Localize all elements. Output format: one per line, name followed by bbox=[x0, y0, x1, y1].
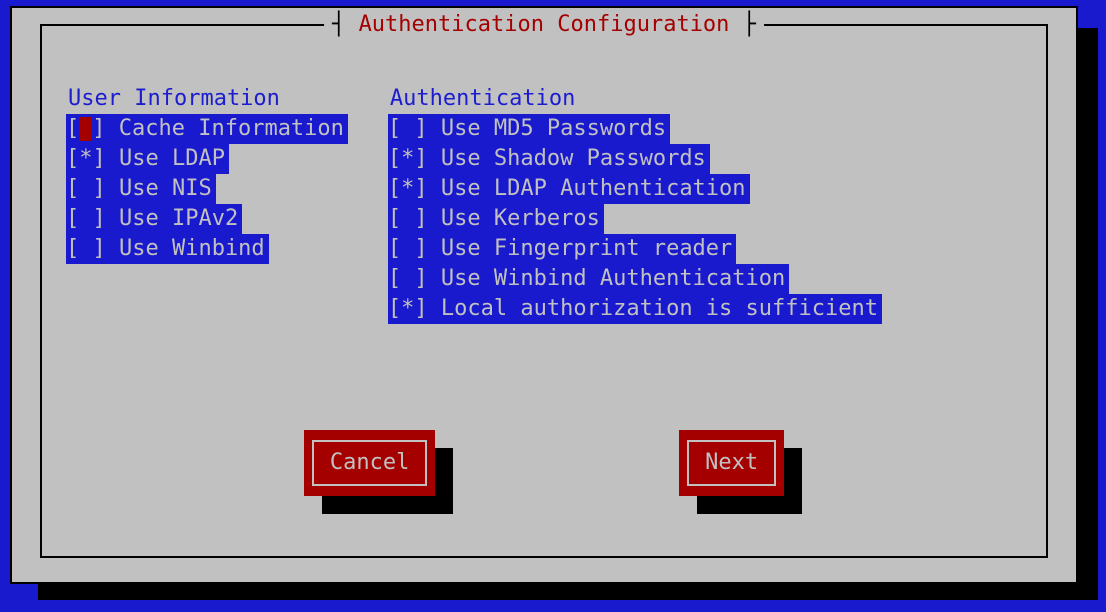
cancel-button[interactable]: Cancel bbox=[304, 430, 435, 496]
dialog-frame: Authentication Configuration User Inform… bbox=[40, 24, 1048, 558]
authentication-column: Authentication [ ] Use MD5 Passwords[*] … bbox=[388, 84, 1022, 324]
authentication-heading: Authentication bbox=[388, 84, 577, 114]
user-info-checkbox-2[interactable]: [ ] Use NIS bbox=[66, 174, 216, 204]
user-info-list: [ ] Cache Information[*] Use LDAP[ ] Use… bbox=[66, 114, 348, 264]
next-button-label: Next bbox=[687, 440, 776, 486]
user-info-checkbox-3[interactable]: [ ] Use IPAv2 bbox=[66, 204, 242, 234]
user-info-column: User Information [ ] Cache Information[*… bbox=[66, 84, 348, 324]
authentication-checkbox-4[interactable]: [ ] Use Fingerprint reader bbox=[388, 234, 736, 264]
columns: User Information [ ] Cache Information[*… bbox=[42, 26, 1046, 324]
user-info-checkbox-4[interactable]: [ ] Use Winbind bbox=[66, 234, 269, 264]
user-info-checkbox-0[interactable]: [ ] Cache Information bbox=[66, 114, 348, 144]
authentication-checkbox-1[interactable]: [*] Use Shadow Passwords bbox=[388, 144, 710, 174]
authentication-list: [ ] Use MD5 Passwords[*] Use Shadow Pass… bbox=[388, 114, 882, 324]
authentication-checkbox-5[interactable]: [ ] Use Winbind Authentication bbox=[388, 264, 789, 294]
cancel-button-wrap: Cancel bbox=[304, 430, 435, 496]
authentication-checkbox-2[interactable]: [*] Use LDAP Authentication bbox=[388, 174, 750, 204]
authentication-checkbox-0[interactable]: [ ] Use MD5 Passwords bbox=[388, 114, 670, 144]
authentication-checkbox-6[interactable]: [*] Local authorization is sufficient bbox=[388, 294, 882, 324]
dialog-title: Authentication Configuration bbox=[324, 12, 764, 37]
user-info-heading: User Information bbox=[66, 84, 282, 114]
user-info-checkbox-1[interactable]: [*] Use LDAP bbox=[66, 144, 229, 174]
next-button[interactable]: Next bbox=[679, 430, 784, 496]
next-button-wrap: Next bbox=[679, 430, 784, 496]
cancel-button-label: Cancel bbox=[312, 440, 427, 486]
button-row: Cancel Next bbox=[42, 430, 1046, 496]
dialog: Authentication Configuration User Inform… bbox=[10, 6, 1078, 584]
authentication-checkbox-3[interactable]: [ ] Use Kerberos bbox=[388, 204, 604, 234]
dialog-title-text: Authentication Configuration bbox=[359, 12, 730, 37]
